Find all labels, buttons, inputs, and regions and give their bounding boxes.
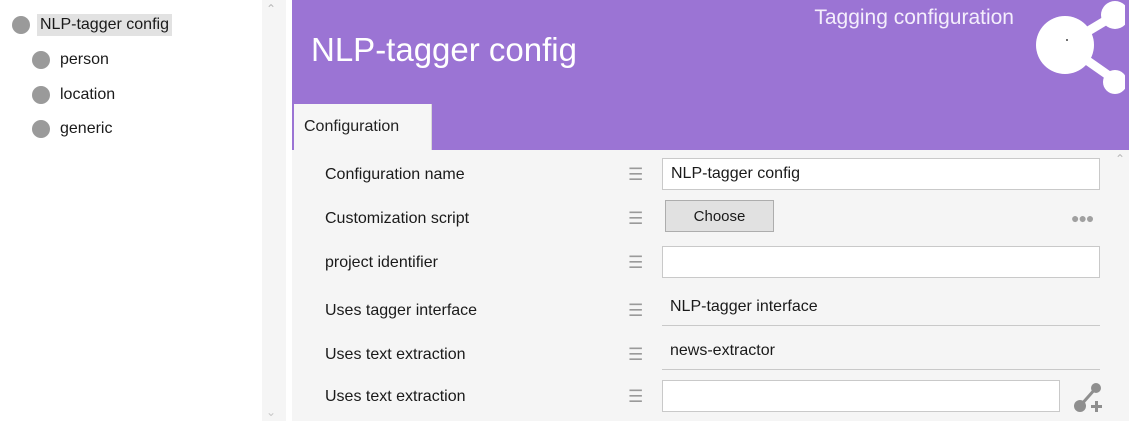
text-extraction-input[interactable] [662, 380, 1060, 412]
node-icon [32, 86, 50, 104]
hamburger-menu-icon[interactable]: ☰ [628, 254, 643, 271]
field-customization-script: Customization script ☰ Choose ●●● [292, 198, 1129, 242]
tree-item-generic[interactable]: generic [32, 115, 115, 143]
field-uses-tagger-interface: Uses tagger interface ☰ NLP-tagger inter… [292, 290, 1129, 334]
tree-item-label: location [60, 86, 116, 103]
field-label: Uses tagger interface [325, 302, 478, 319]
node-icon [12, 16, 30, 34]
hamburger-menu-icon[interactable]: ☰ [628, 166, 643, 183]
add-link-icon[interactable] [1072, 380, 1104, 416]
field-label: project identifier [325, 254, 438, 271]
choose-button[interactable]: Choose [665, 200, 774, 232]
text-extraction-value[interactable]: news-extractor [662, 342, 1100, 370]
field-label: Customization script [325, 210, 470, 227]
tree-item-nlp-tagger-config[interactable]: NLP-tagger config [12, 11, 172, 39]
field-configuration-name: Configuration name ☰ [292, 154, 1129, 198]
more-dots-icon[interactable]: ●●● [1071, 210, 1094, 226]
field-label: Configuration name [325, 166, 465, 183]
node-icon [32, 51, 50, 69]
panel-scrollbar[interactable]: ⌃ ⌄ [262, 0, 286, 421]
hamburger-menu-icon[interactable]: ☰ [628, 210, 643, 227]
tree-item-location[interactable]: location [32, 81, 118, 109]
config-tree: NLP-tagger config person location generi… [0, 0, 262, 421]
tree-item-label: person [60, 51, 109, 68]
tagger-interface-value[interactable]: NLP-tagger interface [662, 298, 1100, 326]
scroll-up-icon[interactable]: ⌃ [266, 2, 276, 16]
field-uses-text-extraction-new: Uses text extraction ☰ [292, 376, 1129, 420]
field-label: Uses text extraction [325, 388, 466, 405]
tree-item-label: NLP-tagger config [37, 14, 172, 36]
page-title: NLP-tagger config [311, 31, 577, 68]
hamburger-menu-icon[interactable]: ☰ [628, 302, 643, 319]
tab-configuration[interactable]: Configuration [294, 104, 432, 150]
project-identifier-input[interactable] [662, 246, 1100, 278]
panel-header: Tagging configuration NLP-tagger config … [292, 0, 1129, 150]
header-subtitle: Tagging configuration [814, 6, 1014, 29]
share-nodes-icon [1036, 1, 1125, 94]
field-project-identifier: project identifier ☰ [292, 242, 1129, 286]
tab-label: Configuration [304, 118, 400, 135]
scroll-down-icon[interactable]: ⌄ [266, 405, 276, 419]
tree-item-label: generic [60, 120, 113, 137]
hamburger-menu-icon[interactable]: ☰ [628, 346, 643, 363]
node-icon [32, 120, 50, 138]
configuration-name-input[interactable] [662, 158, 1100, 190]
field-uses-text-extraction: Uses text extraction ☰ news-extractor [292, 334, 1129, 378]
field-label: Uses text extraction [325, 346, 466, 363]
configuration-form: ⌃ Configuration name ☰ Customization scr… [292, 150, 1129, 421]
tree-item-person[interactable]: person [32, 46, 112, 74]
hamburger-menu-icon[interactable]: ☰ [628, 388, 643, 405]
